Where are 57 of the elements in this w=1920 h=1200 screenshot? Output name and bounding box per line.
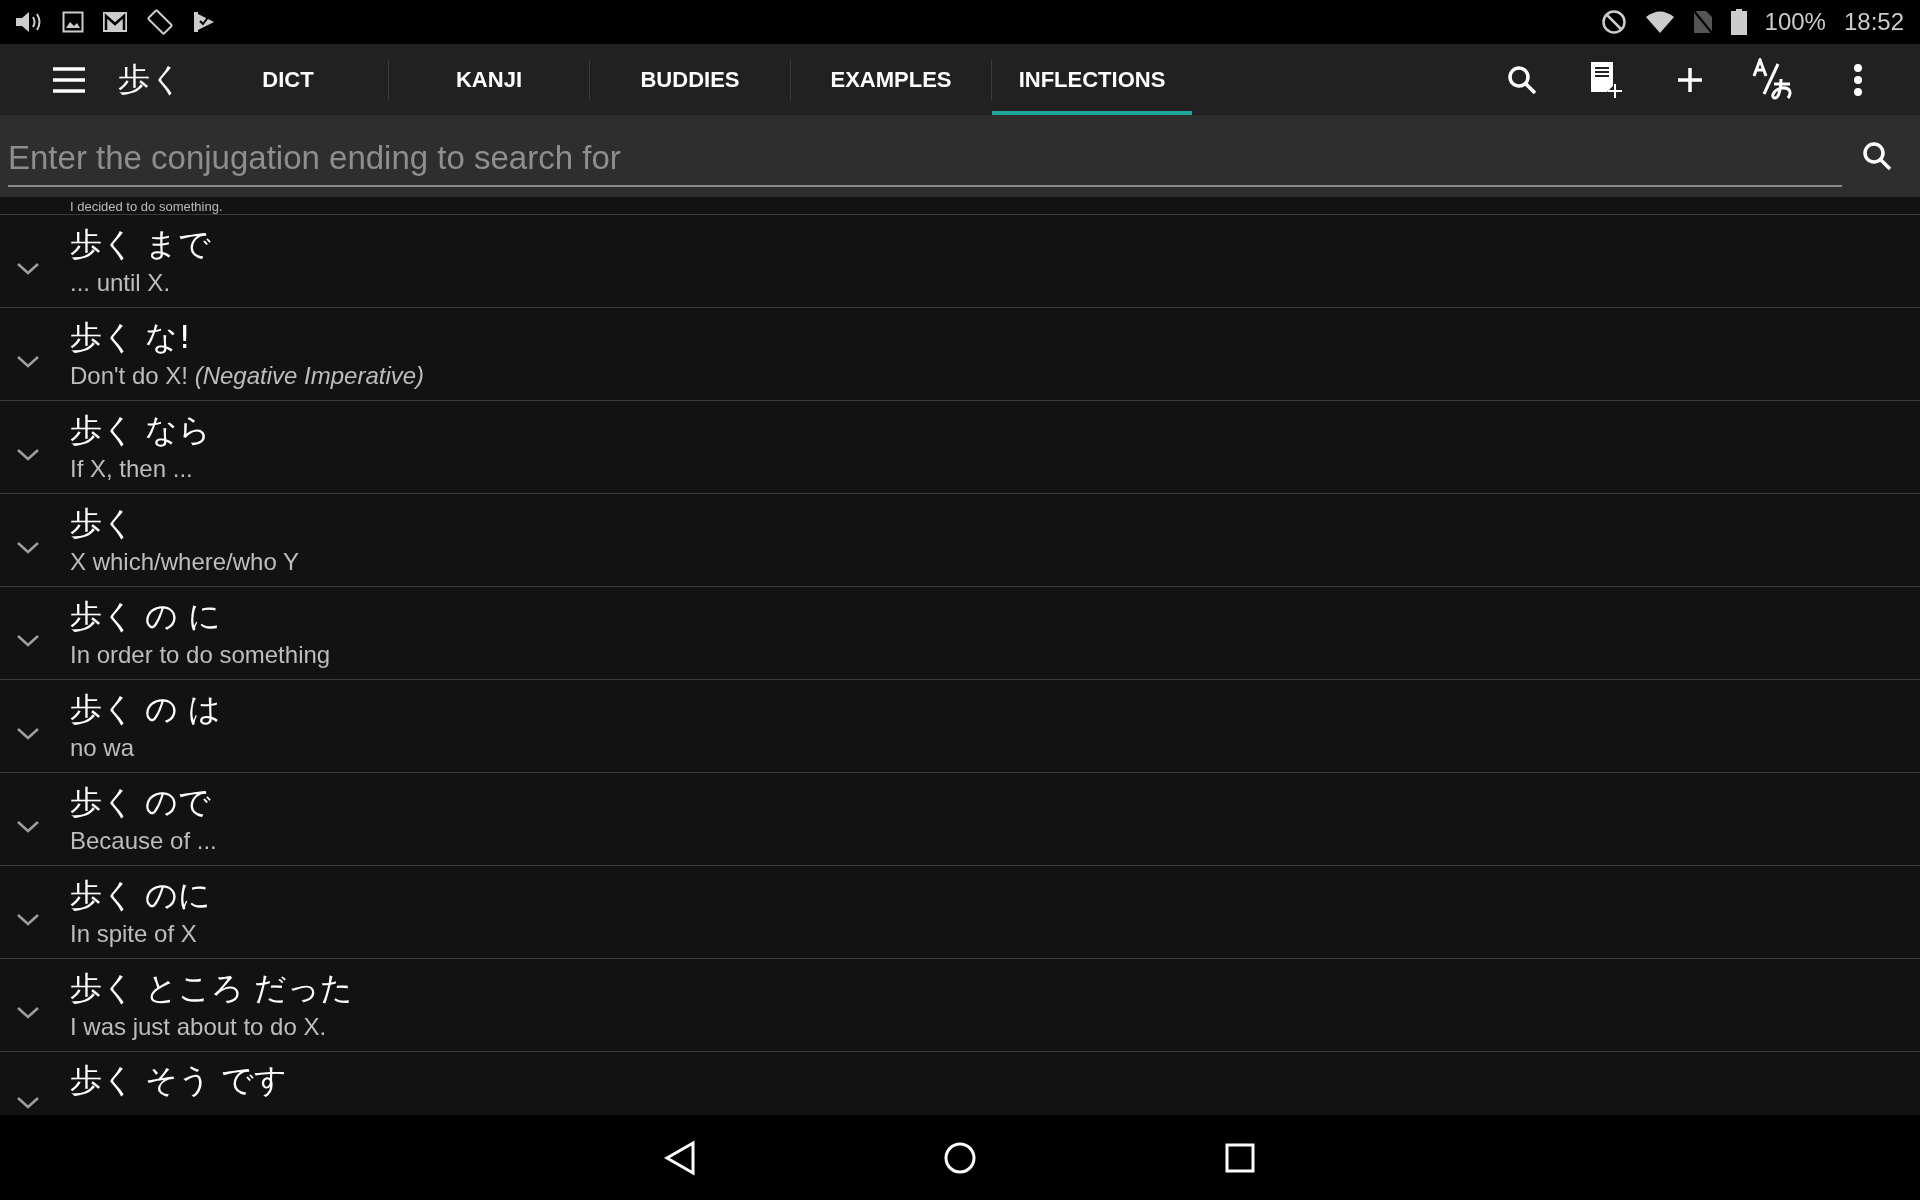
chevron-down-icon[interactable] [15, 1004, 41, 1020]
inflection-title: 歩く そう です [70, 1060, 288, 1100]
home-icon [943, 1140, 977, 1175]
inflection-meaning: X which/where/who Y [70, 547, 299, 577]
word-title: 歩く [118, 58, 184, 100]
inflection-meaning: In order to do something [70, 640, 331, 670]
inflection-meaning: I was just about to do X. [70, 1012, 328, 1042]
inflection-meaning: Don't do X! (Negative Imperative) [70, 361, 425, 391]
chevron-down-icon[interactable] [15, 446, 41, 462]
search-bar[interactable]: Enter the conjugation ending to search for [0, 115, 1920, 197]
tab[interactable]: DICT [188, 44, 388, 115]
tab[interactable]: KANJI [389, 44, 589, 115]
battery-icon [1730, 9, 1747, 35]
inflection-meaning: If X, then ... [70, 454, 194, 484]
checkmark-flag-icon [192, 10, 216, 34]
tab[interactable]: EXAMPLES [791, 44, 991, 115]
back-icon [663, 1139, 697, 1176]
inflection-title: 歩く [70, 503, 136, 543]
chevron-down-icon[interactable] [15, 911, 41, 927]
inflection-title: 歩く ところ だった [70, 968, 354, 1008]
do-not-disturb-icon [1600, 9, 1627, 35]
inflection-title: 歩く な! [70, 317, 192, 357]
plus-icon [1676, 65, 1704, 94]
wifi-icon [1644, 10, 1675, 34]
search-icon [1506, 63, 1538, 96]
inflection-title: 歩く の は [70, 689, 222, 729]
mail-icon [102, 11, 128, 33]
search-field[interactable]: Enter the conjugation ending to search for [8, 131, 1842, 187]
screen-rotation-icon [146, 8, 174, 36]
inflection-title: 歩く まで [70, 224, 212, 264]
chevron-down-icon[interactable] [15, 632, 41, 648]
add-note-icon [1589, 59, 1623, 100]
inflection-title: 歩く の に [70, 596, 223, 636]
chevron-down-icon[interactable] [15, 725, 41, 741]
recents-icon [1225, 1142, 1255, 1173]
menu-button[interactable] [50, 64, 88, 95]
battery-percentage: 100% [1764, 8, 1826, 36]
menu-icon [50, 64, 88, 95]
chevron-down-icon[interactable] [15, 260, 41, 276]
chevron-down-icon[interactable] [15, 818, 41, 834]
inflection-title: 歩く なら [70, 410, 212, 450]
more-options-icon [1853, 62, 1863, 97]
inflection-meaning: In spite of X [70, 919, 198, 949]
inflection-meaning: ... until X. [70, 268, 172, 298]
search-icon [1861, 140, 1893, 172]
inflection-title: 歩く ので [70, 782, 213, 822]
inflection-meaning: I decided to do something. [70, 199, 223, 214]
chevron-down-icon[interactable] [15, 1094, 41, 1110]
inflection-title: 歩く のに [70, 875, 212, 915]
clock: 18:52 [1843, 8, 1904, 36]
no-sim-icon [1692, 10, 1713, 34]
chevron-down-icon[interactable] [15, 539, 41, 555]
image-icon [62, 11, 84, 33]
tab[interactable]: BUDDIES [590, 44, 790, 115]
inflection-meaning: Because of ... [70, 826, 217, 856]
inflection-meaning: no wa [70, 733, 136, 763]
chevron-down-icon[interactable] [15, 353, 41, 369]
